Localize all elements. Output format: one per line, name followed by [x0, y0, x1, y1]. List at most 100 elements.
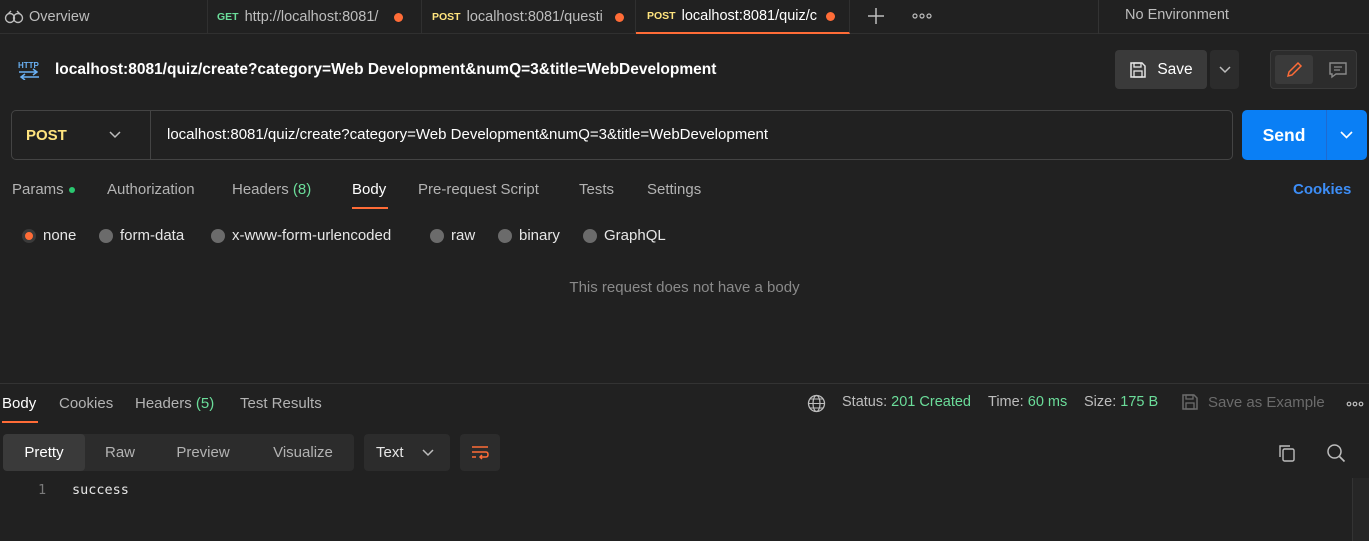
mode-toggle	[1270, 50, 1357, 89]
panel-divider[interactable]	[0, 383, 1369, 384]
tab-label: localhost:8081/questi	[466, 9, 603, 25]
save-options-button[interactable]	[1210, 50, 1239, 89]
more-tabs-icon[interactable]	[912, 12, 932, 20]
wrap-lines-button[interactable]	[460, 434, 500, 471]
headers-count: (8)	[292, 181, 312, 198]
url-bar: POST localhost:8081/quiz/create?category…	[11, 110, 1233, 160]
response-view-toggle: Pretty Raw Preview Visualize	[3, 434, 354, 471]
format-label: Text	[376, 444, 404, 461]
save-icon	[1129, 61, 1147, 79]
copy-icon[interactable]	[1277, 443, 1297, 463]
radio-selected-icon	[22, 228, 36, 243]
method-select[interactable]: POST	[12, 111, 151, 159]
radio-x-www-form-urlencoded[interactable]: x-www-form-urlencoded	[211, 227, 391, 244]
view-visualize[interactable]: Visualize	[253, 434, 353, 471]
tab-method: GET	[217, 11, 239, 23]
chevron-down-icon	[421, 448, 434, 457]
radio-icon	[583, 228, 597, 243]
request-title[interactable]: localhost:8081/quiz/create?category=Web …	[55, 61, 716, 79]
overview-icon	[4, 10, 24, 24]
tab-post-question[interactable]: POST localhost:8081/questi	[422, 0, 636, 34]
response-tab-body[interactable]: Body	[2, 395, 36, 412]
radio-graphql[interactable]: GraphQL	[583, 227, 666, 244]
svg-text:HTTP: HTTP	[18, 61, 40, 70]
comments-icon[interactable]	[1321, 55, 1355, 84]
cookies-link[interactable]: Cookies	[1293, 181, 1351, 198]
radio-icon	[498, 228, 512, 243]
time-label: Time:	[988, 394, 1024, 410]
new-tab-plus-icon[interactable]	[866, 6, 886, 26]
tab-body[interactable]: Body	[352, 181, 386, 198]
tab-pre-request-script[interactable]: Pre-request Script	[418, 181, 539, 198]
http-icon: HTTP	[17, 58, 41, 80]
line-number: 1	[38, 482, 47, 498]
time-readout[interactable]: Time: 60 ms	[988, 394, 1067, 410]
tab-tests[interactable]: Tests	[579, 181, 614, 198]
unsaved-dot-icon	[614, 12, 624, 22]
save-button[interactable]: Save	[1115, 50, 1207, 89]
edit-pencil-icon[interactable]	[1275, 55, 1313, 84]
response-tab-test-results[interactable]: Test Results	[240, 395, 322, 412]
radio-icon	[211, 228, 225, 243]
format-select[interactable]: Text	[364, 434, 450, 471]
response-tab-headers[interactable]: Headers (5)	[135, 395, 214, 412]
radio-form-data[interactable]: form-data	[99, 227, 184, 244]
send-label: Send	[1262, 125, 1306, 145]
method-label: POST	[26, 126, 67, 144]
tab-settings[interactable]: Settings	[647, 181, 701, 198]
scrollbar[interactable]	[1352, 478, 1369, 541]
save-label: Save	[1157, 60, 1193, 78]
tab-divider	[1098, 0, 1099, 34]
tab-method: POST	[432, 11, 461, 23]
tab-overview[interactable]: Overview	[0, 0, 208, 34]
tab-label: Headers	[232, 181, 289, 198]
tab-bar: Overview GET http://localhost:8081/ POST…	[0, 0, 1369, 34]
response-tab-cookies[interactable]: Cookies	[59, 395, 113, 412]
status-dot-icon	[68, 187, 75, 194]
radio-binary[interactable]: binary	[498, 227, 560, 244]
time-value: 60 ms	[1027, 394, 1068, 410]
unsaved-dot-icon	[394, 12, 404, 22]
size-value: 175 B	[1120, 394, 1159, 410]
tab-headers[interactable]: Headers (8)	[232, 181, 311, 198]
more-options-icon[interactable]	[1346, 401, 1364, 407]
status-readout[interactable]: Status: 201 Created	[842, 394, 971, 410]
tab-params[interactable]: Params	[12, 181, 75, 198]
tab-post-quiz[interactable]: POST localhost:8081/quiz/c	[636, 0, 850, 34]
radio-raw[interactable]: raw	[430, 227, 475, 244]
radio-label: x-www-form-urlencoded	[232, 227, 392, 244]
url-input[interactable]: localhost:8081/quiz/create?category=Web …	[167, 126, 768, 143]
tab-get-request[interactable]: GET http://localhost:8081/	[208, 0, 422, 34]
tab-label: Headers	[135, 395, 192, 412]
view-pretty[interactable]: Pretty	[3, 434, 85, 471]
send-divider	[1326, 110, 1327, 160]
search-icon[interactable]	[1326, 443, 1346, 463]
size-readout[interactable]: Size: 175 B	[1084, 394, 1158, 410]
radio-label: form-data	[120, 227, 185, 244]
view-raw[interactable]: Raw	[87, 434, 153, 471]
view-preview[interactable]: Preview	[155, 434, 251, 471]
chevron-down-icon	[109, 131, 121, 139]
chevron-down-icon[interactable]	[1340, 131, 1353, 139]
radio-icon	[99, 228, 113, 243]
globe-icon[interactable]	[807, 394, 826, 413]
chevron-down-icon	[1218, 65, 1231, 74]
radio-label: raw	[451, 227, 476, 244]
send-button[interactable]: Send	[1242, 110, 1367, 160]
tab-authorization[interactable]: Authorization	[107, 181, 195, 198]
radio-none[interactable]: none	[22, 227, 76, 244]
radio-label: GraphQL	[604, 227, 666, 244]
tab-label: Overview	[29, 9, 90, 25]
active-tab-indicator	[352, 207, 388, 209]
status-value: 201 Created	[891, 394, 971, 410]
response-body-content[interactable]: success	[72, 482, 129, 498]
active-tab-indicator	[2, 421, 38, 423]
radio-icon	[430, 228, 444, 243]
radio-label: none	[43, 227, 77, 244]
tab-method: POST	[647, 10, 676, 22]
radio-label: binary	[519, 227, 560, 244]
save-as-example-button[interactable]: Save as Example	[1208, 394, 1325, 411]
tab-label: http://localhost:8081/	[244, 9, 379, 25]
environment-selector[interactable]: No Environment	[1125, 7, 1229, 23]
wrap-lines-icon	[470, 445, 490, 461]
